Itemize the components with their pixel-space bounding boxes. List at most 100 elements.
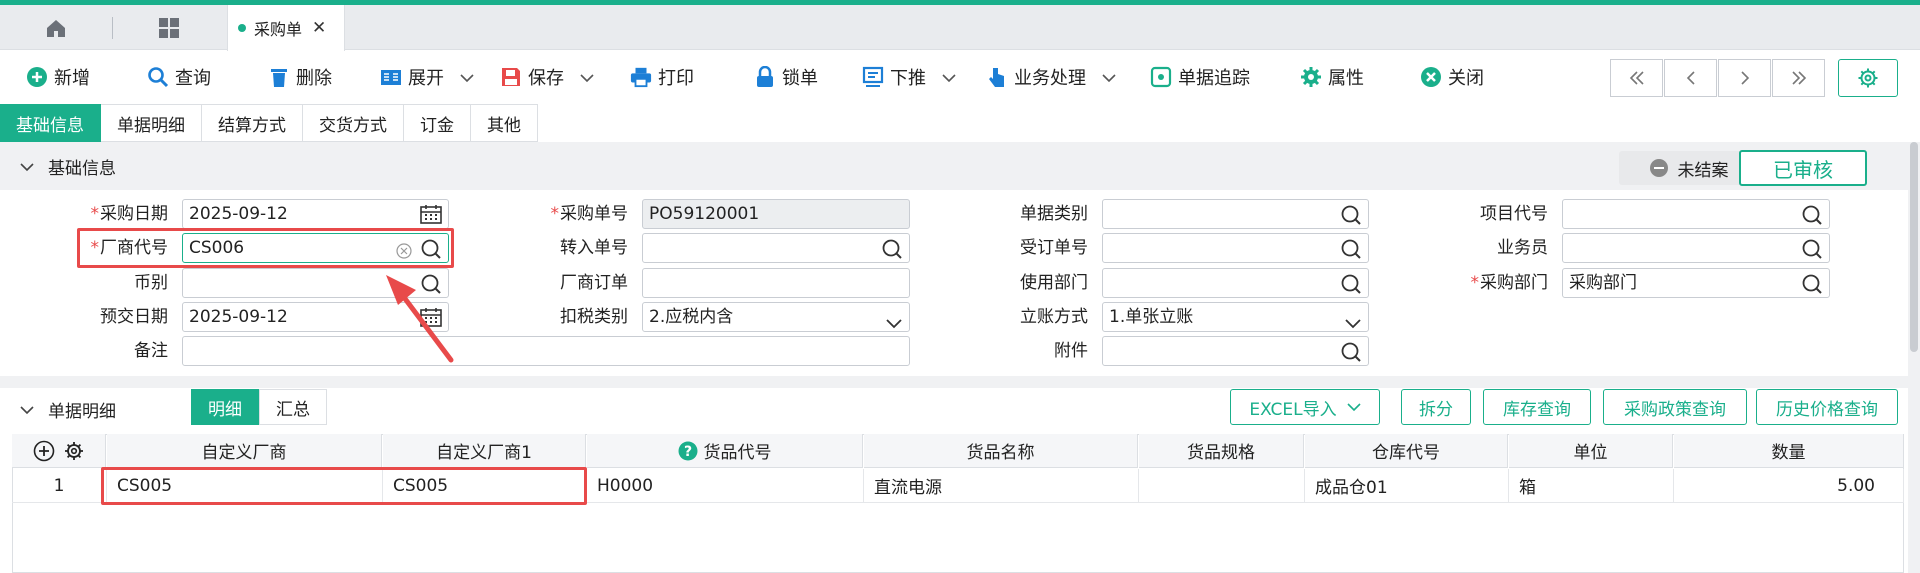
add-row-icon[interactable] bbox=[33, 440, 55, 462]
col-header[interactable]: 单位 bbox=[1509, 434, 1673, 468]
tab-label: 采购单 bbox=[254, 20, 303, 39]
gear-icon bbox=[1300, 66, 1322, 88]
detail-view-switch: 明细 汇总 bbox=[191, 389, 327, 425]
salesman-field[interactable] bbox=[1562, 233, 1830, 263]
active-dot bbox=[238, 24, 246, 32]
expand-button[interactable]: 展开 bbox=[380, 51, 474, 103]
search-icon[interactable] bbox=[1340, 204, 1362, 228]
col-header[interactable]: 自定义厂商 bbox=[107, 434, 382, 468]
business-button[interactable]: 业务处理 bbox=[986, 51, 1116, 103]
add-label: 新增 bbox=[54, 68, 90, 89]
col-header[interactable]: ? 货品代号 bbox=[587, 434, 863, 468]
search-icon[interactable] bbox=[1340, 238, 1362, 262]
print-label: 打印 bbox=[658, 68, 694, 89]
add-button[interactable]: 新增 bbox=[26, 51, 90, 103]
double-chevron-right-icon bbox=[1791, 71, 1806, 85]
basic-section-toggle[interactable]: 基础信息 bbox=[20, 154, 116, 179]
query-button[interactable]: 查询 bbox=[147, 51, 211, 103]
remark-field[interactable] bbox=[182, 336, 910, 366]
search-icon[interactable] bbox=[1801, 273, 1823, 297]
tab-doc-detail[interactable]: 单据明细 bbox=[101, 104, 202, 142]
apps-tab[interactable] bbox=[113, 5, 225, 50]
vendor-order-field[interactable] bbox=[642, 268, 910, 298]
seg-detail[interactable]: 明细 bbox=[191, 389, 259, 425]
prev-record-button[interactable] bbox=[1664, 59, 1717, 97]
tab-basic-info[interactable]: 基础信息 bbox=[0, 104, 101, 142]
policy-query-button[interactable]: 采购政策查询 bbox=[1603, 389, 1747, 425]
first-record-button[interactable] bbox=[1610, 59, 1663, 97]
col-header[interactable]: 仓库代号 bbox=[1305, 434, 1508, 468]
use-dept-field[interactable] bbox=[1102, 268, 1369, 298]
lock-icon bbox=[754, 66, 776, 88]
search-icon[interactable] bbox=[1340, 341, 1362, 365]
trace-label: 单据追踪 bbox=[1178, 68, 1250, 89]
close-tab-icon[interactable]: ✕ bbox=[312, 18, 326, 38]
transfer-no-field[interactable] bbox=[642, 233, 910, 263]
excel-import-button[interactable]: EXCEL导入 bbox=[1230, 389, 1380, 425]
search-icon bbox=[147, 66, 169, 88]
lock-button[interactable]: 锁单 bbox=[754, 51, 818, 103]
audit-stamp: 已审核 bbox=[1739, 150, 1867, 186]
info-tabs: 基础信息 单据明细 结算方式 交货方式 订金 其他 bbox=[0, 104, 538, 142]
tax-type-select[interactable]: 2.应税内含 bbox=[642, 302, 910, 332]
tab-settlement[interactable]: 结算方式 bbox=[202, 104, 303, 142]
help-icon: ? bbox=[678, 441, 697, 460]
cell-unit[interactable]: 箱 bbox=[1509, 469, 1674, 503]
home-tab[interactable] bbox=[0, 5, 112, 50]
push-down-button[interactable]: 下推 bbox=[862, 51, 956, 103]
cell-warehouse[interactable]: 成品仓01 bbox=[1305, 469, 1509, 503]
print-button[interactable]: 打印 bbox=[630, 51, 694, 103]
chevron-down-icon bbox=[20, 405, 34, 414]
btn-label: EXCEL导入 bbox=[1249, 399, 1337, 420]
account-mode-select[interactable]: 1.单张立账 bbox=[1102, 302, 1369, 332]
next-record-button[interactable] bbox=[1718, 59, 1771, 97]
search-icon[interactable] bbox=[1801, 204, 1823, 228]
purchase-dept-field[interactable]: 采购部门 bbox=[1562, 268, 1830, 298]
highlight-vendor-box bbox=[77, 228, 454, 268]
close-label: 关闭 bbox=[1448, 68, 1484, 89]
field-value: 2.应税内含 bbox=[649, 307, 734, 327]
purchase-date-field[interactable]: 2025-09-12 bbox=[182, 199, 449, 229]
search-icon[interactable] bbox=[1801, 238, 1823, 262]
close-button[interactable]: 关闭 bbox=[1420, 51, 1484, 103]
detail-section-toggle[interactable]: 单据明细 bbox=[20, 397, 116, 422]
col-header[interactable]: 货品规格 bbox=[1139, 434, 1304, 468]
attachment-field[interactable] bbox=[1102, 336, 1369, 366]
chevron-down-icon bbox=[885, 311, 903, 331]
cell-item-name[interactable]: 直流电源 bbox=[864, 469, 1139, 503]
col-header[interactable]: 货品名称 bbox=[864, 434, 1138, 468]
vertical-scrollbar[interactable] bbox=[1908, 142, 1920, 573]
delete-button[interactable]: 删除 bbox=[268, 51, 332, 103]
trace-button[interactable]: 单据追踪 bbox=[1150, 51, 1250, 103]
tab-delivery[interactable]: 交货方式 bbox=[303, 104, 404, 142]
seg-summary[interactable]: 汇总 bbox=[259, 389, 327, 425]
col-header[interactable]: 自定义厂商1 bbox=[383, 434, 586, 468]
tab-other[interactable]: 其他 bbox=[471, 104, 538, 142]
use-dept-label: 使用部门 bbox=[1020, 273, 1088, 293]
props-button[interactable]: 属性 bbox=[1300, 51, 1364, 103]
tab-purchase-order[interactable]: 采购单 ✕ bbox=[227, 5, 345, 51]
search-icon[interactable] bbox=[1340, 273, 1362, 297]
project-code-field[interactable] bbox=[1562, 199, 1830, 229]
last-record-button[interactable] bbox=[1772, 59, 1825, 97]
split-button[interactable]: 拆分 bbox=[1401, 389, 1471, 425]
doc-type-field[interactable] bbox=[1102, 199, 1369, 229]
tab-deposit[interactable]: 订金 bbox=[404, 104, 471, 142]
calendar-icon[interactable] bbox=[420, 204, 442, 228]
po-number-label: *采购单号 bbox=[530, 199, 629, 229]
cell-item-spec[interactable] bbox=[1139, 469, 1305, 503]
history-price-button[interactable]: 历史价格查询 bbox=[1756, 389, 1898, 425]
chevron-left-icon bbox=[1686, 71, 1695, 85]
order-no-field[interactable] bbox=[1102, 233, 1369, 263]
scroll-thumb[interactable] bbox=[1910, 142, 1918, 352]
field-value: 2025-09-12 bbox=[189, 204, 288, 224]
gear-icon[interactable] bbox=[63, 440, 85, 462]
search-icon[interactable] bbox=[881, 238, 903, 262]
save-button[interactable]: 保存 bbox=[500, 51, 594, 103]
settings-button[interactable] bbox=[1838, 59, 1898, 97]
field-value: 1.单张立账 bbox=[1109, 307, 1194, 327]
col-header[interactable]: 数量 bbox=[1674, 434, 1904, 468]
cell-item-code[interactable]: H0000 bbox=[587, 469, 864, 503]
stock-query-button[interactable]: 库存查询 bbox=[1483, 389, 1591, 425]
cell-quantity[interactable]: 5.00 bbox=[1674, 469, 1904, 503]
